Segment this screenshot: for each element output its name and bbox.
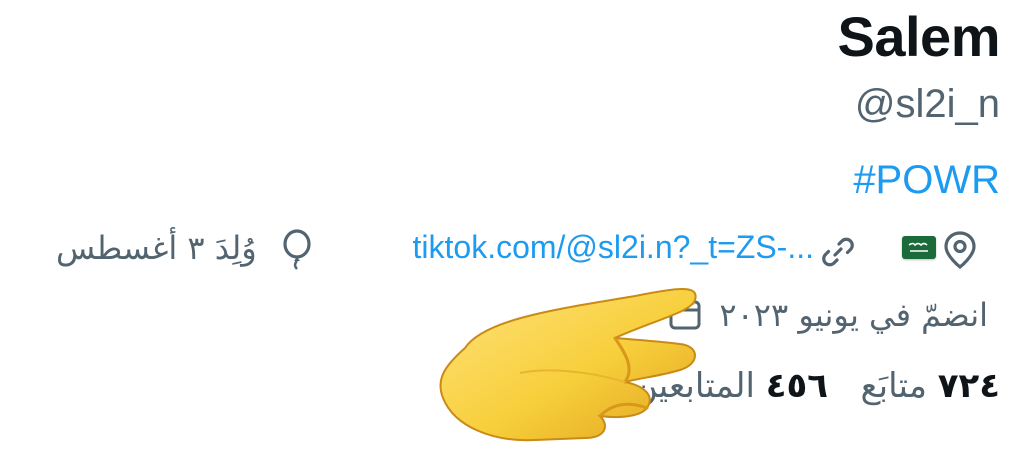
profile-handle: @sl2i_n	[854, 82, 1000, 126]
joined-date-text: انضمّ في يونيو ٢٠٢٣	[719, 296, 988, 334]
profile-name: Salem	[837, 5, 1001, 68]
website-link[interactable]: tiktok.com/@sl2i.n?_t=ZS-...	[413, 229, 815, 266]
following-count: ٧٢٤	[937, 366, 1000, 406]
pointing-hand-emoji-icon	[425, 278, 755, 458]
saudi-flag-icon	[902, 236, 936, 259]
bio-hashtag-link[interactable]: #POWR	[853, 158, 1000, 203]
link-icon	[818, 232, 858, 272]
birthday-text: وُلِدَ ٣ أغسطس	[56, 229, 257, 267]
following-stat[interactable]: ٧٢٤ متابَع	[861, 366, 1000, 406]
following-label: متابَع	[860, 366, 927, 406]
balloon-icon	[280, 229, 314, 271]
location-pin-icon	[942, 230, 978, 270]
followers-count: ٤٥٦	[765, 366, 828, 406]
